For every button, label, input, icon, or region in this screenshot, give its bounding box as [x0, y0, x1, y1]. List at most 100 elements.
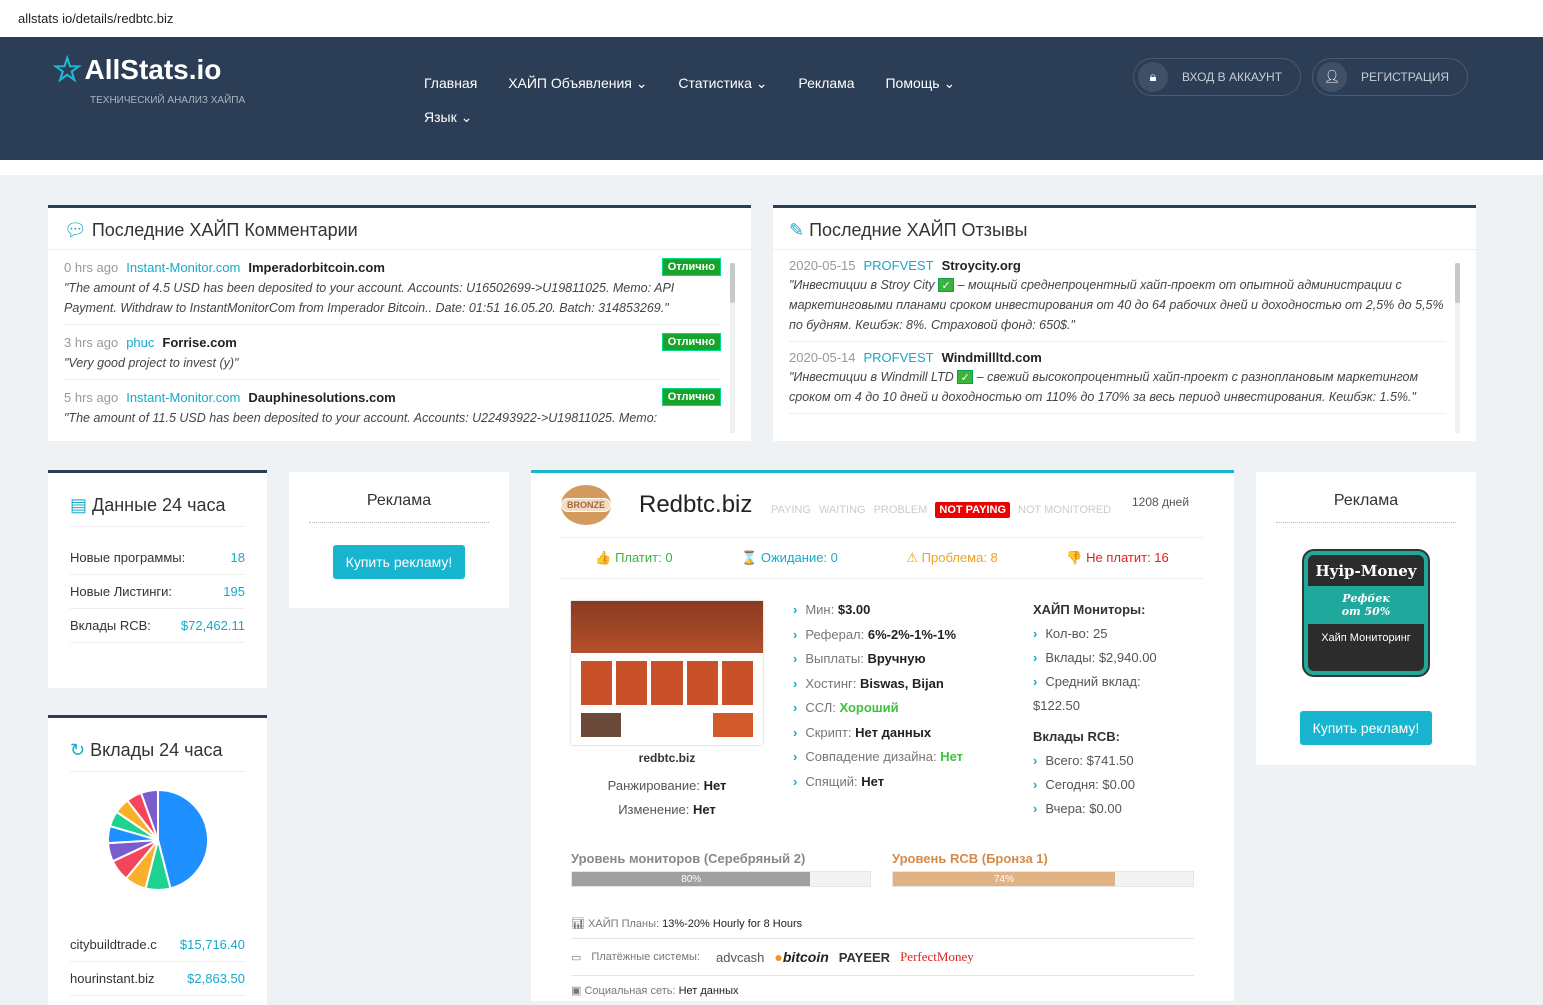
detail-label: Выплаты:: [805, 651, 864, 666]
chevron-right-icon: ›: [793, 626, 798, 642]
nav-help[interactable]: Помощь ⌄: [885, 75, 955, 91]
advcash-logo: advcash: [715, 949, 765, 965]
tagline: ТЕХНИЧЕСКИЙ АНАЛИЗ ХАЙПА: [90, 95, 246, 106]
nav-stats[interactable]: Статистика ⌄: [678, 75, 767, 91]
review-date: 2020-05-15: [789, 258, 856, 273]
vote-item[interactable]: 👍 Платит: 0: [595, 550, 672, 566]
details-list: › Мин: $3.00 › Реферал: 6%-2%-1%-1% › Выплаты…: [793, 602, 963, 798]
chevron-right-icon: ›: [1033, 777, 1038, 792]
detail-label: Совпадение дизайна:: [805, 749, 937, 764]
detail-item: › Выплаты: Вручную: [793, 651, 963, 666]
vote-label: Ожидание: 0: [760, 550, 838, 565]
change: Изменение: Нет: [571, 802, 763, 817]
table-icon: ▤: [70, 495, 88, 515]
status-not-monitored: NOT MONITORED: [1018, 504, 1112, 516]
stat-label: Новые Листинги:: [70, 584, 173, 599]
chevron-right-icon: ›: [793, 749, 798, 764]
rcb-list: › Всего: $741.50 › Сегодня: $0.00 › Вчера: $0…: [1033, 753, 1157, 816]
main-nav: Главная ХАЙП Объявления ⌄ Статистика ⌄ Р…: [424, 75, 982, 92]
comment-item: 3 hrs ago phuc Forrise.com Отлично "Very goo…: [64, 325, 721, 380]
comment-author[interactable]: Instant-Monitor.com: [126, 390, 240, 405]
address-bar[interactable]: allstats io/details/redbtc.biz: [0, 0, 1543, 37]
banner-subtitle: Хайп Мониторинг: [1321, 632, 1411, 644]
data24-title: ▤ Данные 24 часа: [70, 473, 245, 527]
review-author[interactable]: PROFVEST: [864, 258, 934, 273]
stat-value: 195: [223, 584, 245, 599]
chevron-right-icon: ›: [793, 773, 798, 789]
scrollbar[interactable]: [730, 263, 735, 433]
payeer-logo: PAYEER: [838, 949, 891, 965]
nav-home[interactable]: Главная: [424, 75, 477, 91]
vote-item[interactable]: 👎 Не платит: 16: [1066, 550, 1168, 566]
rcb-level: Уровень RCB (Бронза 1) 74%: [892, 851, 1194, 887]
monitor-stat-text: Средний вклад:: [1045, 674, 1141, 689]
vote-label: Проблема: 8: [921, 550, 998, 565]
rcb-stat-text: Всего: $741.50: [1045, 753, 1134, 768]
nav-language[interactable]: Язык ⌄: [424, 109, 472, 126]
comment-text: "The amount of 11.5 USD has been deposit…: [64, 411, 658, 425]
banner-offer-2: от 50%: [1341, 605, 1391, 618]
ranking-value: Нет: [703, 778, 727, 793]
buy-ad-button[interactable]: Купить рекламу!: [332, 545, 466, 579]
change-value: Нет: [692, 802, 716, 817]
nav-advert[interactable]: Реклама: [798, 75, 854, 91]
comment-text: "The amount of 4.5 USD has been deposite…: [64, 281, 675, 315]
chevron-right-icon: ›: [793, 700, 798, 715]
hyip-money-banner[interactable]: Hyip-Money Рефбек от 50% Хайп Мониторинг: [1304, 551, 1428, 675]
ranking-label: Ранжирование:: [607, 778, 700, 793]
deposit-site[interactable]: hourinstant.biz: [70, 971, 155, 986]
vote-item[interactable]: ⌛ Ожидание: 0: [741, 550, 838, 566]
vote-label: Платит: 0: [615, 550, 673, 565]
comment-site[interactable]: Dauphinesolutions.com: [248, 390, 395, 405]
ranking: Ранжирование: Нет: [571, 778, 763, 793]
register-label: РЕГИСТРАЦИЯ: [1361, 70, 1450, 84]
data24-title-text: Данные 24 часа: [92, 495, 226, 515]
stat-label: Новые программы:: [70, 550, 186, 565]
status-list: PAYING WAITING PROBLEM NOT PAYING NOT MONITO…: [771, 500, 1119, 518]
extra-info: 📊︎ ХАЙП Планы: 13%-20% Hourly for 8 Hour…: [571, 909, 1234, 1005]
register-button[interactable]: 👤︎ РЕГИСТРАЦИЯ: [1312, 58, 1469, 96]
monitor-level: Уровень мониторов (Серебряный 2) 80%: [571, 851, 871, 887]
comment-site[interactable]: Imperadorbitcoin.com: [248, 260, 385, 275]
chevron-right-icon: ›: [793, 651, 798, 666]
comment-time: 0 hrs ago: [64, 259, 119, 275]
stat-row: Вклады RCB: $72,462.11: [70, 609, 245, 643]
header-spacer: [0, 160, 1543, 175]
vote-item[interactable]: ⚠ Проблема: 8: [906, 550, 997, 566]
monitor-stat-text: Вклады: $2,940.00: [1045, 650, 1157, 665]
comment-site[interactable]: Forrise.com: [162, 335, 236, 350]
nav-ads[interactable]: ХАЙП Объявления ⌄: [508, 75, 647, 91]
chevron-right-icon: ›: [1033, 753, 1038, 768]
review-author[interactable]: PROFVEST: [864, 350, 934, 365]
star-icon: ☆: [52, 51, 83, 89]
chart-icon: 📊︎: [571, 918, 585, 930]
review-text-start: "Инвестиции в Windmill LTD: [789, 370, 954, 384]
project-domain[interactable]: redbtc.biz: [571, 751, 763, 765]
site-header: ☆ AllStats.io ТЕХНИЧЕСКИЙ АНАЛИЗ ХАЙПА Гл…: [0, 37, 1543, 160]
deposits24-list: citybuildtrade.c $15,716.40 hourinstant.bi…: [70, 928, 245, 996]
bitcoin-logo-text: bitcoin: [782, 949, 829, 965]
deposit-row: citybuildtrade.c $15,716.40: [70, 928, 245, 962]
deposit-row: hourinstant.biz $2,863.50: [70, 962, 245, 996]
deposit-site[interactable]: citybuildtrade.c: [70, 937, 157, 952]
comment-author[interactable]: Instant-Monitor.com: [126, 260, 240, 275]
stat-row: Новые программы: 18: [70, 541, 245, 575]
comment-author[interactable]: phuc: [126, 335, 154, 350]
stat-value: $72,462.11: [180, 618, 245, 633]
checkmark-icon: ✓: [938, 278, 955, 292]
login-button[interactable]: 🔒︎ ВХОД В АККАУНТ: [1133, 58, 1302, 96]
site-screenshot[interactable]: [571, 601, 763, 745]
monitors-list: › Кол-во: 25 › Вклады: $2,940.00 › Средний вк…: [1033, 626, 1157, 689]
reviews-panel: ✎ Последние ХАЙП Отзывы 2020-05-15 PROFVES…: [773, 205, 1476, 441]
logo[interactable]: ☆ AllStats.io: [52, 53, 221, 87]
chevron-right-icon: ›: [793, 675, 798, 691]
review-site[interactable]: Stroycity.org: [942, 258, 1021, 273]
stat-label: Вклады RCB:: [70, 618, 151, 633]
comment-icon: 💬︎: [64, 220, 87, 240]
review-text: "Инвестиции в Stroy City ✓ – мощный сред…: [789, 275, 1446, 335]
scrollbar[interactable]: [1455, 263, 1460, 433]
detail-value: Вручную: [867, 651, 926, 666]
buy-ad-button[interactable]: Купить рекламу!: [1299, 711, 1433, 745]
monitor-level-bar: 80%: [571, 871, 871, 887]
review-site[interactable]: Windmillltd.com: [942, 350, 1042, 365]
